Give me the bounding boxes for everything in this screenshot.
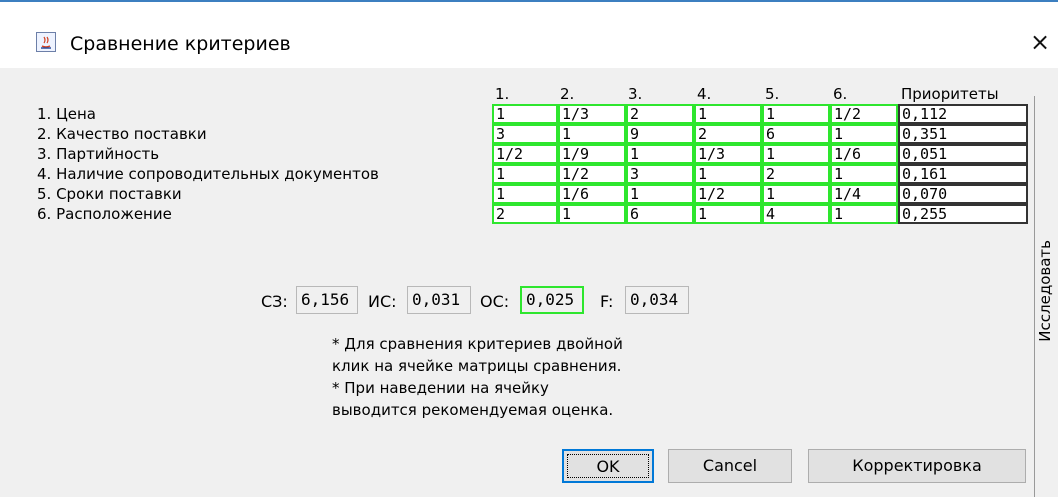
- close-icon[interactable]: ×: [1030, 28, 1050, 56]
- os-value: 0,025: [520, 286, 584, 314]
- sz-label: СЗ:: [261, 292, 288, 311]
- matrix-cell-4-4[interactable]: 1: [694, 164, 762, 184]
- matrix-cell-5-3[interactable]: 1: [626, 184, 694, 204]
- matrix-cell-1-5[interactable]: 1: [762, 104, 830, 124]
- row-label-4: 4. Наличие сопроводительных документов: [37, 165, 379, 183]
- correct-button[interactable]: Корректировка: [808, 449, 1026, 483]
- priority-cell-2: 0,351: [898, 124, 1028, 144]
- title-bar: Сравнение критериев ×: [0, 2, 1058, 68]
- matrix-cell-3-3[interactable]: 1: [626, 144, 694, 164]
- os-label: ОС:: [480, 292, 510, 311]
- matrix-cell-5-1[interactable]: 1: [492, 184, 558, 204]
- hint-line-4: выводится рекомендуемая оценка.: [332, 401, 614, 419]
- matrix-cell-1-3[interactable]: 2: [626, 104, 694, 124]
- matrix-cell-6-3[interactable]: 6: [626, 204, 694, 224]
- priority-cell-6: 0,255: [898, 204, 1028, 224]
- matrix-cell-3-2[interactable]: 1/9: [558, 144, 626, 164]
- matrix-cell-3-1[interactable]: 1/2: [492, 144, 558, 164]
- matrix-cell-3-5[interactable]: 1: [762, 144, 830, 164]
- matrix-cell-1-2[interactable]: 1/3: [558, 104, 626, 124]
- matrix-cell-6-4[interactable]: 1: [694, 204, 762, 224]
- hint-line-1: * Для сравнения критериев двойной: [332, 335, 623, 353]
- column-header-6: 6.: [833, 85, 848, 103]
- row-label-3: 3. Партийность: [37, 145, 160, 163]
- sz-value: 6,156: [296, 286, 358, 314]
- priority-cell-3: 0,051: [898, 144, 1028, 164]
- hint-line-2: клик на ячейке матрицы сравнения.: [332, 357, 622, 375]
- row-label-5: 5. Сроки поставки: [37, 185, 182, 203]
- ok-button[interactable]: OK: [562, 449, 654, 483]
- matrix-cell-2-1[interactable]: 3: [492, 124, 558, 144]
- matrix-cell-1-1[interactable]: 1: [492, 104, 558, 124]
- matrix-cell-6-5[interactable]: 4: [762, 204, 830, 224]
- matrix-cell-5-4[interactable]: 1/2: [694, 184, 762, 204]
- matrix-cell-6-6[interactable]: 1: [830, 204, 898, 224]
- matrix-cell-1-4[interactable]: 1: [694, 104, 762, 124]
- f-value: 0,034: [625, 286, 689, 314]
- matrix-cell-4-3[interactable]: 3: [626, 164, 694, 184]
- matrix-cell-2-2[interactable]: 1: [558, 124, 626, 144]
- priority-cell-4: 0,161: [898, 164, 1028, 184]
- matrix-cell-5-5[interactable]: 1: [762, 184, 830, 204]
- priority-header: Приоритеты: [901, 85, 999, 103]
- column-header-4: 4.: [697, 85, 712, 103]
- matrix-cell-5-2[interactable]: 1/6: [558, 184, 626, 204]
- matrix-cell-6-1[interactable]: 2: [492, 204, 558, 224]
- matrix-cell-3-6[interactable]: 1/6: [830, 144, 898, 164]
- priority-cell-5: 0,070: [898, 184, 1028, 204]
- window-title: Сравнение критериев: [70, 33, 291, 55]
- column-header-2: 2.: [560, 85, 575, 103]
- matrix-cell-4-2[interactable]: 1/2: [558, 164, 626, 184]
- column-header-1: 1.: [495, 85, 510, 103]
- matrix-cell-6-2[interactable]: 1: [558, 204, 626, 224]
- focus-ring: [567, 454, 649, 478]
- cancel-button[interactable]: Cancel: [668, 449, 792, 483]
- java-app-icon: [36, 32, 56, 52]
- column-header-3: 3.: [628, 85, 643, 103]
- hint-line-3: * При наведении на ячейку: [332, 379, 549, 397]
- is-label: ИС:: [368, 292, 397, 311]
- matrix-cell-5-6[interactable]: 1/4: [830, 184, 898, 204]
- row-label-6: 6. Расположение: [37, 205, 172, 223]
- matrix-cell-2-5[interactable]: 6: [762, 124, 830, 144]
- matrix-cell-4-6[interactable]: 1: [830, 164, 898, 184]
- matrix-cell-2-4[interactable]: 2: [694, 124, 762, 144]
- matrix-cell-4-1[interactable]: 1: [492, 164, 558, 184]
- matrix-cell-2-3[interactable]: 9: [626, 124, 694, 144]
- column-header-5: 5.: [765, 85, 780, 103]
- is-value: 0,031: [407, 286, 471, 314]
- f-label: F:: [600, 292, 614, 311]
- side-panel-label[interactable]: Исследовать: [1036, 240, 1056, 342]
- matrix-cell-3-4[interactable]: 1/3: [694, 144, 762, 164]
- row-label-1: 1. Цена: [37, 105, 96, 123]
- matrix-cell-2-6[interactable]: 1: [830, 124, 898, 144]
- row-label-2: 2. Качество поставки: [37, 125, 207, 143]
- priority-cell-1: 0,112: [898, 104, 1028, 124]
- matrix-cell-4-5[interactable]: 2: [762, 164, 830, 184]
- matrix-cell-1-6[interactable]: 1/2: [830, 104, 898, 124]
